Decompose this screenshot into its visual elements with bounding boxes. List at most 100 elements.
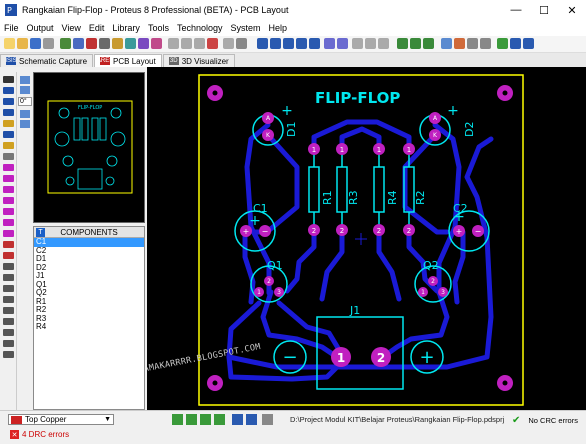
home-icon[interactable] [60,38,71,49]
menu-view[interactable]: View [58,23,85,33]
menu-edit[interactable]: Edit [85,23,109,33]
component-item[interactable]: R3 [34,314,144,324]
layer-visible-icon[interactable] [172,414,183,425]
component-item[interactable]: R2 [34,305,144,315]
menu-system[interactable]: System [227,23,265,33]
undo-icon[interactable] [324,38,335,49]
selection-tool-icon[interactable] [3,76,14,83]
menu-help[interactable]: Help [265,23,292,33]
stop-icon[interactable] [262,414,273,425]
layer-icon[interactable] [223,38,234,49]
padstack-icon[interactable] [3,230,14,237]
help-icon[interactable] [151,38,162,49]
close-button[interactable]: ✕ [558,0,586,20]
track-tool-icon[interactable] [3,109,14,116]
pcb-icon[interactable] [86,38,97,49]
component-item[interactable]: C2 [34,246,144,256]
schematic-icon[interactable] [73,38,84,49]
3d-icon[interactable] [99,38,110,49]
line-tool-icon[interactable] [3,263,14,270]
zoom-out-icon[interactable] [283,38,294,49]
component-item[interactable]: R4 [34,322,144,332]
drc-status[interactable]: ✕ 4 DRC errors [10,430,69,439]
tab-3d-visualizer[interactable]: 3D 3D Visualizer [162,54,235,67]
zoom-in-icon[interactable] [270,38,281,49]
close-project-icon[interactable] [43,38,54,49]
minimize-button[interactable]: — [502,0,530,20]
make-device-icon[interactable] [454,38,465,49]
menu-file[interactable]: File [0,23,23,33]
pad-icon-red-2[interactable] [3,252,14,259]
redo-icon[interactable] [337,38,348,49]
metric-icon[interactable] [207,38,218,49]
connectivity-icon[interactable] [3,153,14,160]
autorouter-icon[interactable] [510,38,521,49]
refresh-icon[interactable] [168,38,179,49]
square-pad-icon[interactable] [3,175,14,182]
component-item[interactable]: R1 [34,297,144,307]
mirror-icon[interactable] [20,110,30,118]
origin-icon[interactable] [194,38,205,49]
source-icon[interactable] [138,38,149,49]
flip-icon[interactable] [20,120,30,128]
autoplacer-icon[interactable] [523,38,534,49]
maximize-button[interactable]: ☐ [530,0,558,20]
component-item[interactable]: J1 [34,271,144,281]
rotate-ccw-icon[interactable] [20,76,30,84]
text-tool-icon[interactable] [3,318,14,325]
nav-next-icon[interactable] [246,414,257,425]
dil-pad-icon[interactable] [3,186,14,193]
flip-icon[interactable] [236,38,247,49]
open-folder-icon[interactable] [17,38,28,49]
package-tool-icon[interactable] [3,98,14,105]
rotation-field[interactable]: 0° [18,97,32,106]
grid-icon[interactable] [181,38,192,49]
circle-tool-icon[interactable] [3,285,14,292]
pan-icon[interactable] [257,38,268,49]
smt-pad-icon[interactable] [3,208,14,215]
highlight-icon[interactable] [186,414,197,425]
box-tool-icon[interactable] [3,274,14,281]
block-rotate-icon[interactable] [423,38,434,49]
component-item[interactable]: Q1 [34,280,144,290]
block-copy-icon[interactable] [397,38,408,49]
ratsnest-tool-icon[interactable] [3,142,14,149]
tab-pcb-layout[interactable]: ARES PCB Layout [94,54,162,67]
pick-parts-icon[interactable] [441,38,452,49]
nav-prev-icon[interactable] [232,414,243,425]
save-icon[interactable] [30,38,41,49]
zoom-area-icon[interactable] [309,38,320,49]
pad-icon-red[interactable] [3,241,14,248]
polygon-pad-icon[interactable] [3,219,14,226]
paste-icon[interactable] [378,38,389,49]
overview-preview[interactable]: FLIP-FLOP [33,72,145,223]
via-tool-icon[interactable] [3,120,14,127]
dimension-tool-icon[interactable] [3,351,14,358]
new-file-icon[interactable] [4,38,15,49]
component-item[interactable]: D2 [34,263,144,273]
layer-selector[interactable]: Top Copper ▼ [8,414,114,425]
drc-check-icon[interactable] [497,38,508,49]
path-tool-icon[interactable] [3,307,14,314]
snap-icon[interactable] [200,414,211,425]
component-item[interactable]: Q2 [34,288,144,298]
tab-schematic-capture[interactable]: ISIS Schematic Capture [0,54,94,67]
block-move-icon[interactable] [410,38,421,49]
realtime-drc-icon[interactable] [214,414,225,425]
menu-library[interactable]: Library [108,23,144,33]
pcb-canvas[interactable]: J1 A K A K 1 2 1 2 1 2 1 2 + − + − 2 1 3… [74,67,586,410]
gerber-icon[interactable] [112,38,123,49]
rotate-cw-icon[interactable] [20,86,30,94]
menu-technology[interactable]: Technology [173,23,227,33]
components-mode-button[interactable]: T [36,228,45,237]
edge-pad-icon[interactable] [3,197,14,204]
arc-tool-icon[interactable] [3,296,14,303]
bom-icon[interactable] [125,38,136,49]
component-tool-icon[interactable] [3,87,14,94]
zoom-all-icon[interactable] [296,38,307,49]
menu-tools[interactable]: Tools [144,23,173,33]
cut-icon[interactable] [352,38,363,49]
zone-tool-icon[interactable] [3,131,14,138]
copy-icon[interactable] [365,38,376,49]
pcb-tool-icon[interactable] [467,38,478,49]
